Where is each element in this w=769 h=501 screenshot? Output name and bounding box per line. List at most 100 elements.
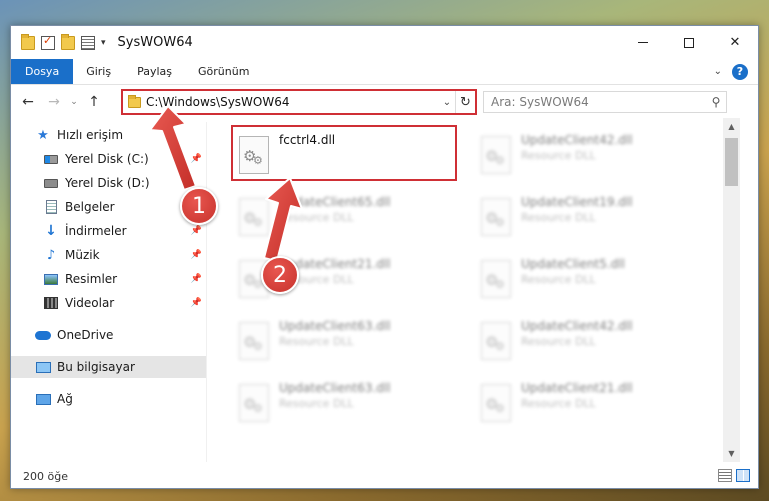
- file-name: UpdateClient42.dll: [521, 319, 633, 333]
- pin-icon[interactable]: 📌: [191, 250, 202, 260]
- file-name: UpdateClient5.dll: [521, 257, 625, 271]
- refresh-icon[interactable]: ↻: [455, 91, 475, 113]
- file-item[interactable]: ⚙ ⚙ UpdateClient19.dll Resource DLL: [477, 188, 699, 246]
- file-item[interactable]: ⚙ ⚙ UpdateClient63.dll Resource DLL: [235, 374, 457, 432]
- recent-locations-icon[interactable]: ⌄: [67, 90, 81, 114]
- star-icon: ★: [37, 127, 49, 143]
- search-icon[interactable]: ⚲: [706, 95, 726, 109]
- file-item[interactable]: ⚙ ⚙ UpdateClient65.dll Resource DLL: [235, 188, 457, 246]
- step-2-badge: 2: [261, 256, 299, 294]
- address-bar[interactable]: ⌄ ↻: [121, 89, 477, 115]
- status-bar: 200 öğe: [11, 464, 758, 488]
- file-type: Resource DLL: [279, 211, 354, 224]
- tiles-view-icon[interactable]: [736, 469, 750, 482]
- sidebar-item-this-pc[interactable]: Bu bilgisayar: [11, 356, 206, 378]
- file-type: Resource DLL: [521, 397, 596, 410]
- pin-icon[interactable]: 📌: [191, 298, 202, 308]
- help-icon[interactable]: ?: [732, 63, 748, 80]
- file-type: Resource DLL: [279, 397, 354, 410]
- details-view-icon[interactable]: [718, 469, 732, 482]
- computer-icon: [35, 360, 51, 374]
- dll-file-icon: ⚙ ⚙: [239, 198, 269, 236]
- sidebar-item-label: İndirmeler: [65, 224, 127, 238]
- close-icon: ✕: [729, 35, 741, 50]
- drive-icon: [43, 152, 59, 166]
- sidebar-item-pictures[interactable]: Resimler 📌: [11, 268, 206, 290]
- sidebar-item-label: Yerel Disk (D:): [65, 176, 150, 190]
- sidebar-item-videos[interactable]: Videolar 📌: [11, 292, 206, 314]
- sidebar-item-local-disk-d[interactable]: Yerel Disk (D:): [11, 172, 206, 194]
- qat-dropdown-icon[interactable]: ▾: [101, 38, 106, 48]
- customize-toolbar-icon[interactable]: [81, 35, 95, 50]
- address-input[interactable]: [146, 95, 439, 109]
- file-item[interactable]: ⚙ ⚙ UpdateClient42.dll Resource DLL: [477, 126, 699, 184]
- file-item[interactable]: ⚙ ⚙ UpdateClient63.dll Resource DLL: [235, 312, 457, 370]
- file-highlight-box: [231, 125, 457, 181]
- vertical-scrollbar[interactable]: ▲ ▼: [723, 118, 740, 462]
- quick-access-toolbar: ▾: [21, 33, 106, 50]
- sidebar-item-label: Hızlı erişim: [57, 128, 124, 142]
- properties-check-icon[interactable]: [41, 34, 55, 50]
- network-icon: [35, 392, 51, 406]
- dll-file-icon: ⚙ ⚙: [481, 322, 511, 360]
- tab-share[interactable]: Paylaş: [124, 59, 185, 84]
- expand-ribbon-icon[interactable]: ⌄: [714, 66, 722, 77]
- sidebar-item-label: Müzik: [65, 248, 100, 262]
- sidebar-item-network[interactable]: Ağ: [11, 388, 206, 410]
- tab-view[interactable]: Görünüm: [185, 59, 262, 84]
- sidebar-item-music[interactable]: ♪ Müzik 📌: [11, 244, 206, 266]
- new-folder-icon[interactable]: [61, 33, 75, 50]
- music-icon: ♪: [46, 247, 56, 263]
- item-count: 200 öğe: [23, 469, 68, 483]
- scroll-up-icon[interactable]: ▲: [723, 118, 740, 135]
- file-name: UpdateClient19.dll: [521, 195, 633, 209]
- minimize-button[interactable]: [620, 26, 666, 59]
- tab-file[interactable]: Dosya: [11, 59, 74, 84]
- step-1-badge: 1: [180, 187, 218, 225]
- address-folder-icon: [128, 94, 141, 108]
- sidebar-item-local-disk-c[interactable]: Yerel Disk (C:) 📌: [11, 148, 206, 170]
- maximize-button[interactable]: [666, 26, 712, 59]
- file-name: UpdateClient63.dll: [279, 319, 391, 333]
- sidebar-item-onedrive[interactable]: OneDrive: [11, 324, 206, 346]
- search-input[interactable]: [491, 95, 706, 109]
- sidebar-item-label: OneDrive: [57, 328, 114, 342]
- file-type: Resource DLL: [521, 273, 596, 286]
- file-name: UpdateClient65.dll: [279, 195, 391, 209]
- address-dropdown-icon[interactable]: ⌄: [439, 97, 455, 108]
- title-bar: ▾ SysWOW64 ✕: [11, 26, 758, 59]
- file-type: Resource DLL: [279, 335, 354, 348]
- tab-home[interactable]: Giriş: [73, 59, 124, 84]
- scroll-thumb[interactable]: [725, 138, 738, 186]
- sidebar-item-documents[interactable]: Belgeler 📌: [11, 196, 206, 218]
- drive-icon: [43, 176, 59, 190]
- dll-file-icon: ⚙ ⚙: [481, 384, 511, 422]
- window-title: SysWOW64: [117, 35, 193, 50]
- pin-icon[interactable]: 📌: [191, 226, 202, 236]
- file-type: Resource DLL: [521, 149, 596, 162]
- forward-button[interactable]: →: [41, 90, 67, 114]
- close-button[interactable]: ✕: [712, 26, 758, 59]
- sidebar-item-downloads[interactable]: ↓ İndirmeler 📌: [11, 220, 206, 242]
- file-item[interactable]: ⚙ ⚙ UpdateClient42.dll Resource DLL: [477, 312, 699, 370]
- dll-file-icon: ⚙ ⚙: [481, 198, 511, 236]
- pin-icon[interactable]: 📌: [191, 154, 202, 164]
- dll-file-icon: ⚙ ⚙: [239, 384, 269, 422]
- file-type: Resource DLL: [521, 211, 596, 224]
- file-item[interactable]: ⚙ ⚙ UpdateClient5.dll Resource DLL: [477, 250, 699, 308]
- file-type: Resource DLL: [521, 335, 596, 348]
- pin-icon[interactable]: 📌: [191, 274, 202, 284]
- file-item[interactable]: ⚙ ⚙ UpdateClient21.dll Resource DLL: [477, 374, 699, 432]
- up-button[interactable]: ↑: [81, 90, 107, 114]
- minimize-icon: [638, 42, 648, 43]
- search-box[interactable]: ⚲: [483, 91, 727, 113]
- scroll-down-icon[interactable]: ▼: [723, 445, 740, 462]
- address-row: ← → ⌄ ↑ ⌄ ↻ ⚲: [11, 86, 758, 118]
- sidebar-item-quick-access[interactable]: ★ Hızlı erişim: [11, 124, 206, 146]
- folder-icon: [21, 33, 35, 50]
- back-button[interactable]: ←: [15, 90, 41, 114]
- video-icon: [43, 296, 59, 310]
- explorer-window: ▾ SysWOW64 ✕ Dosya Giriş Paylaş Görünüm …: [10, 25, 759, 489]
- sidebar-item-label: Ağ: [57, 392, 73, 406]
- file-name: UpdateClient21.dll: [521, 381, 633, 395]
